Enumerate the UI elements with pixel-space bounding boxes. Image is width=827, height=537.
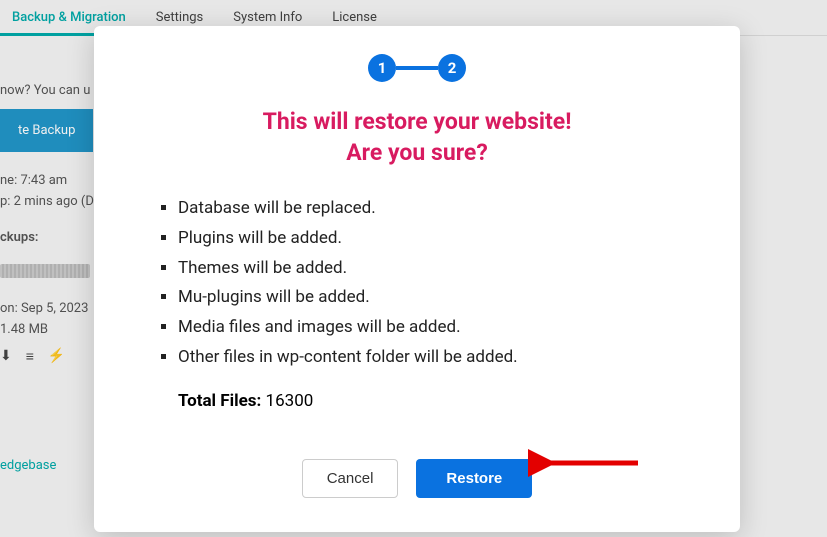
step-2: 2 [438,54,466,82]
modal-title-line2: Are you sure? [140,137,694,168]
list-item: Themes will be added. [178,254,694,284]
list-item: Plugins will be added. [178,224,694,254]
list-item: Mu-plugins will be added. [178,283,694,313]
step-line [396,66,438,70]
total-files-value: 16300 [266,391,314,411]
stepper: 1 2 [140,54,694,82]
list-item: Database will be replaced. [178,194,694,224]
modal-title-line1: This will restore your website! [140,106,694,137]
modal-actions: Cancel Restore [140,459,694,498]
restore-items-list: Database will be replaced. Plugins will … [140,194,694,373]
list-item: Media files and images will be added. [178,313,694,343]
total-files: Total Files: 16300 [140,391,694,411]
restore-modal: 1 2 This will restore your website! Are … [94,26,740,532]
total-files-label: Total Files: [178,391,261,411]
step-1: 1 [368,54,396,82]
list-item: Other files in wp-content folder will be… [178,343,694,373]
modal-title: This will restore your website! Are you … [140,106,694,168]
restore-button[interactable]: Restore [416,459,532,498]
cancel-button[interactable]: Cancel [302,459,399,498]
